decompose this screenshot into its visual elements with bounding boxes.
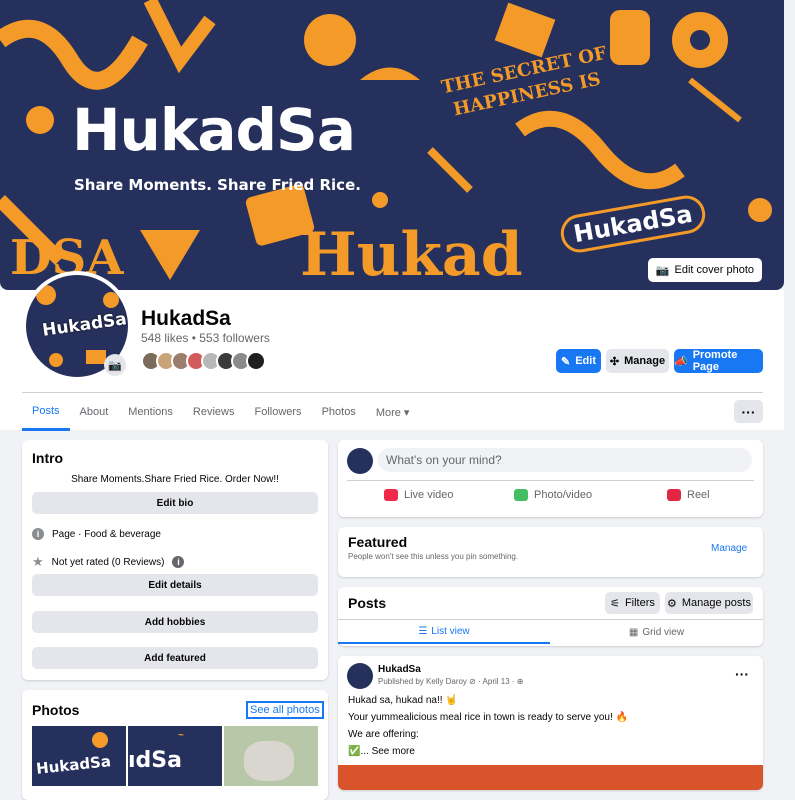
edit-cover-photo-button[interactable]: 📷 Edit cover photo bbox=[647, 258, 762, 282]
post-author[interactable]: HukadSa bbox=[378, 664, 421, 675]
manage-posts-button[interactable]: ⚙ Manage posts bbox=[665, 592, 753, 614]
post-image[interactable] bbox=[338, 765, 763, 790]
filters-button[interactable]: ⚟ Filters bbox=[605, 592, 660, 614]
follower-avatar[interactable] bbox=[246, 351, 266, 371]
tab-mentions[interactable]: Mentions bbox=[118, 393, 183, 431]
manage-posts-label: Manage posts bbox=[681, 597, 751, 609]
thumb-decor bbox=[244, 741, 294, 781]
intro-title: Intro bbox=[32, 450, 64, 466]
more-options-button[interactable]: ··· bbox=[734, 400, 763, 423]
post-meta: Published by Kelly Daroy ⊘ · April 13 · … bbox=[378, 677, 524, 686]
tab-photos[interactable]: Photos bbox=[312, 393, 366, 431]
page-stats[interactable]: 548 likes • 553 followers bbox=[141, 331, 270, 345]
edit-details-button[interactable]: Edit details bbox=[32, 574, 318, 596]
manage-button[interactable]: ✣ Manage bbox=[606, 349, 669, 373]
reel-label: Reel bbox=[687, 489, 710, 501]
cover-tagline: Share Moments. Share Fried Rice. bbox=[74, 176, 361, 194]
add-hobbies-button[interactable]: Add hobbies bbox=[32, 611, 318, 633]
edit-bio-button[interactable]: Edit bio bbox=[32, 492, 318, 514]
photo-icon bbox=[514, 489, 528, 501]
featured-manage-link[interactable]: Manage bbox=[711, 543, 747, 554]
camera-icon: 📷 bbox=[655, 264, 670, 277]
page-name: HukadSa bbox=[141, 307, 231, 330]
update-avatar-camera-icon[interactable]: 📷 bbox=[104, 354, 126, 376]
intro-category: Page · Food & beverage bbox=[52, 528, 161, 540]
photos-title: Photos bbox=[32, 702, 80, 718]
filters-icon: ⚟ bbox=[610, 597, 620, 610]
composer-avatar[interactable] bbox=[347, 448, 373, 474]
gear-icon: ⚙ bbox=[667, 597, 677, 610]
photo-thumb-text: HukadSa bbox=[35, 752, 112, 778]
list-icon: ☰ bbox=[418, 625, 428, 637]
posts-header-card: Posts ⚟ Filters ⚙ Manage posts ☰ List view … bbox=[338, 587, 763, 646]
follower-avatars[interactable] bbox=[141, 351, 266, 371]
reel-button[interactable]: Reel bbox=[667, 489, 710, 501]
live-video-button[interactable]: Live video bbox=[384, 489, 454, 501]
photo-thumbnail[interactable] bbox=[224, 726, 318, 786]
tab-more[interactable]: More ▾ bbox=[366, 393, 420, 431]
manage-icon: ✣ bbox=[609, 355, 620, 368]
intro-rating: Not yet rated (0 Reviews) bbox=[51, 556, 165, 568]
tab-reviews[interactable]: Reviews bbox=[183, 393, 245, 431]
photo-video-label: Photo/video bbox=[534, 489, 593, 501]
promote-page-button[interactable]: 📣 Promote Page bbox=[674, 349, 763, 373]
featured-title: Featured bbox=[348, 534, 408, 550]
cover-photo[interactable]: DSA Hukad THE SECRET OF HAPPINESS IS Huk… bbox=[0, 0, 784, 290]
edit-cover-photo-label: Edit cover photo bbox=[674, 264, 755, 276]
composer-input[interactable]: What's on your mind? bbox=[378, 448, 752, 472]
manage-label: Manage bbox=[624, 355, 666, 367]
post-menu-button[interactable]: ··· bbox=[735, 667, 749, 681]
photo-video-button[interactable]: Photo/video bbox=[514, 489, 592, 501]
live-video-label: Live video bbox=[404, 489, 454, 501]
promote-page-label: Promote Page bbox=[692, 349, 738, 373]
see-all-photos-link[interactable]: See all photos bbox=[246, 701, 324, 719]
tab-followers[interactable]: Followers bbox=[244, 393, 311, 431]
featured-subtitle: People won't see this unless you pin som… bbox=[348, 552, 519, 561]
info-icon: i bbox=[32, 528, 44, 540]
rating-info-icon[interactable]: i bbox=[172, 556, 185, 568]
photo-thumbnail[interactable]: ıdSa ~ bbox=[128, 726, 222, 786]
intro-card: Intro Share Moments.Share Fried Rice. Or… bbox=[22, 440, 328, 680]
add-featured-button[interactable]: Add featured bbox=[32, 647, 318, 669]
pencil-icon: ✎ bbox=[561, 355, 571, 368]
edit-page-label: Edit bbox=[575, 355, 596, 367]
list-view-tab[interactable]: ☰ List view bbox=[338, 620, 550, 644]
intro-bio: Share Moments.Share Fried Rice. Order No… bbox=[71, 474, 279, 485]
star-icon: ★ bbox=[32, 554, 44, 569]
thumb-decor bbox=[92, 732, 108, 748]
post-line: We are offering: bbox=[348, 729, 419, 740]
thumb-decor: ~ bbox=[178, 730, 184, 741]
post-line: Your yummealicious meal rice in town is … bbox=[348, 712, 628, 723]
tab-posts[interactable]: Posts bbox=[22, 393, 70, 431]
cover-brand-title: HukadSa bbox=[72, 96, 356, 164]
post-card: HukadSa Published by Kelly Daroy ⊘ · Apr… bbox=[338, 656, 763, 790]
filters-label: Filters bbox=[624, 597, 655, 609]
list-view-label: List view bbox=[431, 625, 470, 637]
cover-decor-text: Hukad bbox=[300, 220, 523, 290]
edit-page-button[interactable]: ✎ Edit bbox=[556, 349, 601, 373]
reel-icon bbox=[667, 489, 681, 501]
grid-view-tab[interactable]: ▦ Grid view bbox=[550, 620, 763, 644]
intro-rating-row: ★ Not yet rated (0 Reviews) i bbox=[32, 554, 185, 570]
live-video-icon bbox=[384, 489, 398, 501]
post-line: Hukad sa, hukad na!! 🤘 bbox=[348, 695, 458, 706]
grid-icon: ▦ bbox=[628, 626, 639, 638]
tab-about[interactable]: About bbox=[70, 393, 119, 431]
featured-card: Featured People won't see this unless yo… bbox=[338, 527, 763, 577]
photo-thumbnail[interactable]: HukadSa bbox=[32, 726, 126, 786]
composer-divider bbox=[347, 480, 754, 481]
post-author-avatar[interactable] bbox=[347, 663, 373, 689]
photos-card: Photos See all photos HukadSa ıdSa ~ bbox=[22, 690, 328, 800]
page-tabs: Posts About Mentions Reviews Followers P… bbox=[22, 393, 419, 431]
posts-title: Posts bbox=[348, 595, 387, 611]
intro-category-row: i Page · Food & beverage bbox=[32, 528, 161, 540]
megaphone-icon: 📣 bbox=[674, 355, 688, 368]
grid-view-label: Grid view bbox=[642, 626, 685, 638]
photo-thumb-text: ıdSa bbox=[128, 748, 182, 773]
post-composer-card: What's on your mind? Live video Photo/vi… bbox=[338, 440, 763, 517]
see-more-link[interactable]: ✅... See more bbox=[348, 746, 415, 757]
